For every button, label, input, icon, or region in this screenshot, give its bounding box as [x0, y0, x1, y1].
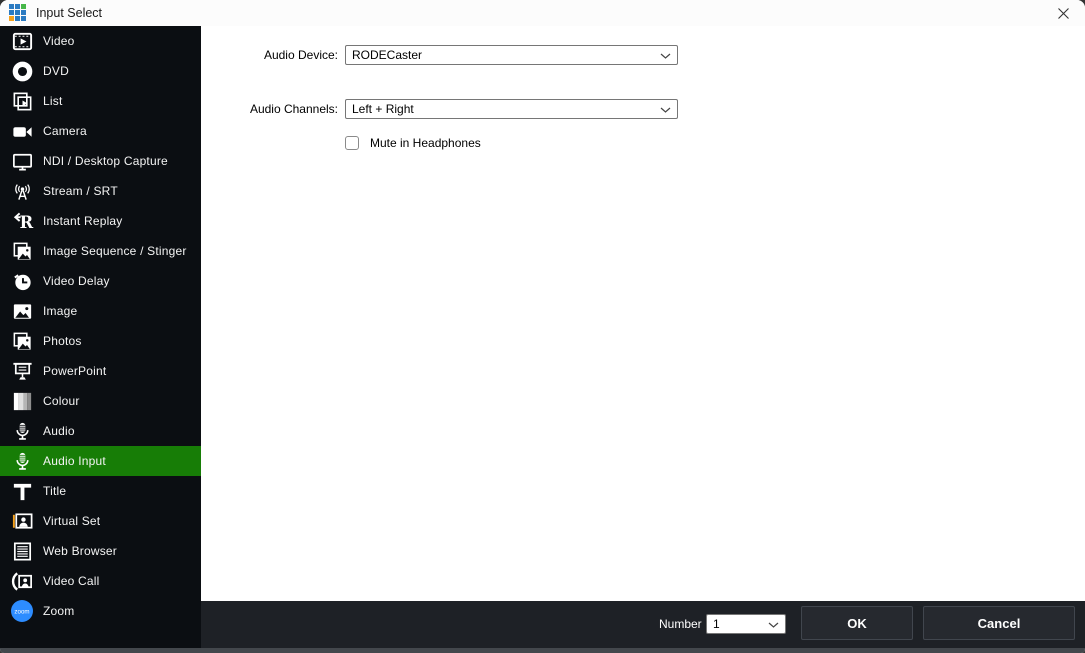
dvd-icon: [10, 59, 34, 83]
colour-gradient-icon: [10, 389, 34, 413]
sidebar-item-label: Stream / SRT: [43, 176, 118, 206]
input-type-sidebar: Video DVD List Camera NDI / Desktop Capt: [0, 26, 201, 648]
window-bottom-edge: [0, 648, 1085, 653]
sidebar-item-label: DVD: [43, 56, 69, 86]
sidebar-item-label: Virtual Set: [43, 506, 100, 536]
replay-icon: R: [10, 209, 34, 233]
video-icon: [10, 29, 34, 53]
sidebar-item-virtual-set[interactable]: Virtual Set: [0, 506, 201, 536]
title-bar: Input Select: [0, 0, 1085, 26]
sidebar-item-zoom[interactable]: zoom Zoom: [0, 596, 201, 626]
number-value: 1: [713, 617, 720, 631]
close-button[interactable]: [1046, 1, 1080, 25]
audio-channels-label: Audio Channels:: [208, 99, 338, 119]
sidebar-item-list[interactable]: List: [0, 86, 201, 116]
sidebar-item-powerpoint[interactable]: PowerPoint: [0, 356, 201, 386]
sidebar-item-video-call[interactable]: Video Call: [0, 566, 201, 596]
sidebar-item-label: Video: [43, 26, 74, 56]
antenna-icon: [10, 179, 34, 203]
sidebar-item-audio-input[interactable]: Audio Input: [0, 446, 201, 476]
sidebar-item-label: List: [43, 86, 62, 116]
mute-in-headphones-label: Mute in Headphones: [370, 136, 481, 151]
microphone-icon: [10, 449, 34, 473]
sidebar-item-label: Camera: [43, 116, 87, 146]
sidebar-item-label: Audio Input: [43, 446, 106, 476]
sidebar-item-label: Zoom: [43, 596, 74, 626]
sidebar-item-label: Photos: [43, 326, 82, 356]
sidebar-item-label: NDI / Desktop Capture: [43, 146, 168, 176]
sidebar-item-camera[interactable]: Camera: [0, 116, 201, 146]
sidebar-item-instant-replay[interactable]: R Instant Replay: [0, 206, 201, 236]
sidebar-item-label: Title: [43, 476, 66, 506]
sidebar-item-label: Image: [43, 296, 77, 326]
sidebar-item-colour[interactable]: Colour: [0, 386, 201, 416]
virtual-set-icon: [10, 509, 34, 533]
chevron-down-icon: [660, 53, 671, 59]
title-t-icon: [10, 479, 34, 503]
mute-in-headphones-checkbox[interactable]: [345, 136, 359, 150]
sidebar-item-audio[interactable]: Audio: [0, 416, 201, 446]
list-icon: [10, 89, 34, 113]
sidebar-item-label: Web Browser: [43, 536, 117, 566]
zoom-icon: zoom: [10, 599, 34, 623]
image-stack-icon: [10, 329, 34, 353]
video-call-icon: [10, 569, 34, 593]
chevron-down-icon: [660, 107, 671, 113]
ok-button[interactable]: OK: [801, 606, 913, 640]
svg-text:zoom: zoom: [14, 608, 29, 615]
sidebar-item-label: Instant Replay: [43, 206, 123, 236]
microphone-icon: [10, 419, 34, 443]
chevron-down-icon: [768, 622, 779, 628]
sidebar-item-label: PowerPoint: [43, 356, 106, 386]
audio-channels-select[interactable]: Left + Right: [345, 99, 678, 119]
sidebar-item-stream-srt[interactable]: Stream / SRT: [0, 176, 201, 206]
cancel-button[interactable]: Cancel: [923, 606, 1075, 640]
vmix-logo-icon: [9, 4, 26, 21]
audio-device-select[interactable]: RODECaster: [345, 45, 678, 65]
input-select-window: Input Select Video DVD List: [0, 0, 1085, 653]
audio-device-value: RODECaster: [352, 48, 422, 62]
sidebar-item-dvd[interactable]: DVD: [0, 56, 201, 86]
audio-channels-value: Left + Right: [352, 102, 414, 116]
monitor-icon: [10, 149, 34, 173]
number-label: Number: [659, 614, 702, 634]
image-stack-icon: [10, 239, 34, 263]
web-browser-icon: [10, 539, 34, 563]
window-title: Input Select: [36, 0, 102, 26]
sidebar-item-title[interactable]: Title: [0, 476, 201, 506]
image-icon: [10, 299, 34, 323]
audio-device-label: Audio Device:: [208, 45, 338, 65]
settings-panel: Audio Device: RODECaster Audio Channels:…: [201, 26, 1085, 601]
svg-text:R: R: [19, 213, 33, 232]
clock-icon: [10, 269, 34, 293]
sidebar-item-label: Colour: [43, 386, 80, 416]
presentation-icon: [10, 359, 34, 383]
sidebar-item-video-delay[interactable]: Video Delay: [0, 266, 201, 296]
sidebar-item-photos[interactable]: Photos: [0, 326, 201, 356]
sidebar-item-label: Video Call: [43, 566, 99, 596]
sidebar-item-video[interactable]: Video: [0, 26, 201, 56]
sidebar-item-image-sequence-stinger[interactable]: Image Sequence / Stinger: [0, 236, 201, 266]
number-select[interactable]: 1: [706, 614, 786, 634]
sidebar-item-image[interactable]: Image: [0, 296, 201, 326]
sidebar-item-web-browser[interactable]: Web Browser: [0, 536, 201, 566]
sidebar-item-label: Audio: [43, 416, 75, 446]
sidebar-item-label: Image Sequence / Stinger: [43, 236, 187, 266]
sidebar-item-ndi-desktop-capture[interactable]: NDI / Desktop Capture: [0, 146, 201, 176]
camera-icon: [10, 119, 34, 143]
close-icon: [1057, 7, 1070, 20]
sidebar-item-label: Video Delay: [43, 266, 110, 296]
